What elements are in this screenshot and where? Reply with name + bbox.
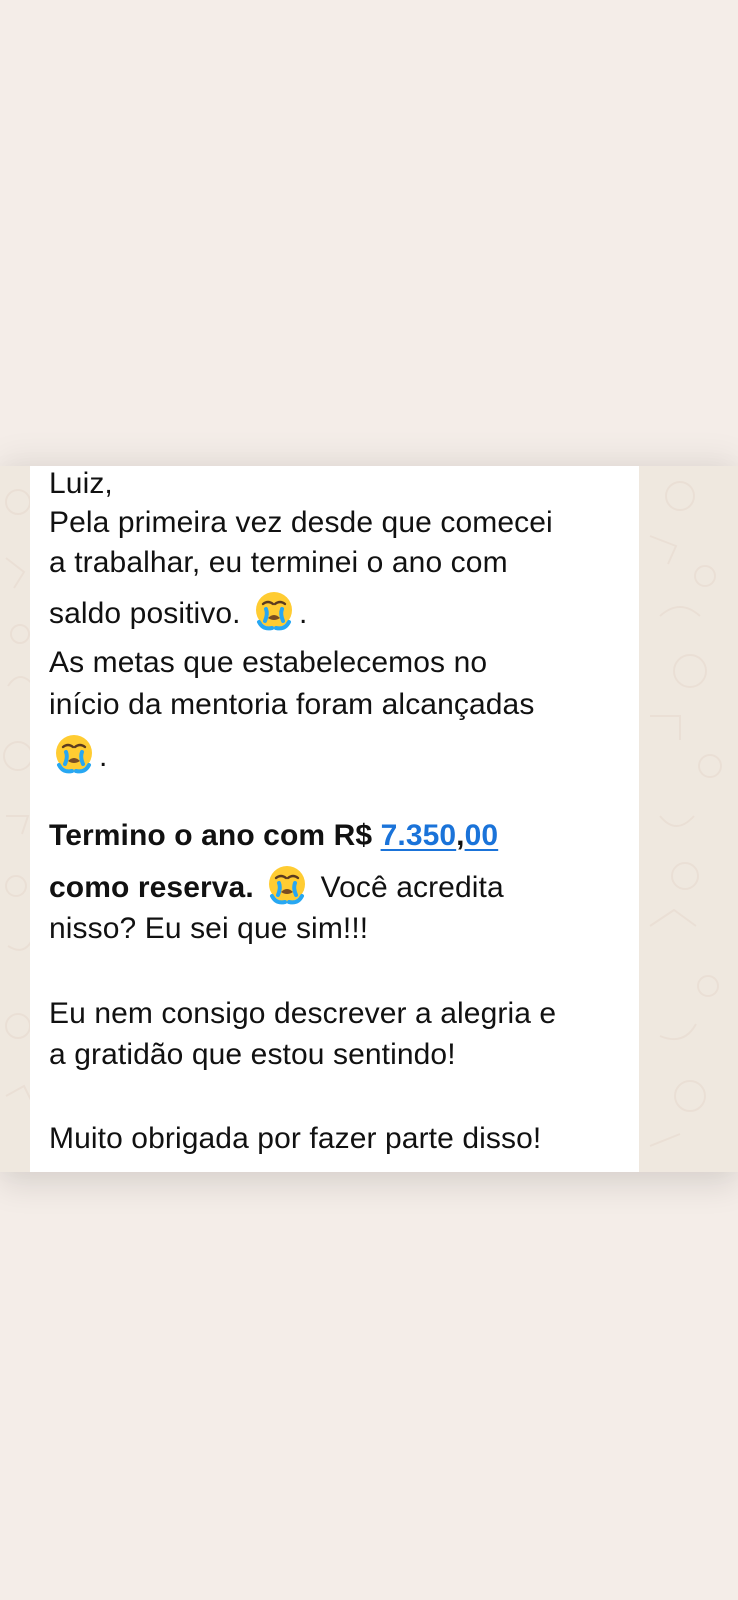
message-line: nisso? Eu sei que sim!!!	[49, 912, 369, 945]
message-line: a gratidão que estou sentindo!	[49, 1038, 456, 1071]
message-line-amount: Termino o ano com R$ 7.350,00	[49, 818, 498, 854]
message-line: início da mentoria foram alcançadas	[49, 688, 535, 721]
message-text: Termino o ano com R$	[49, 819, 381, 852]
message-line: As metas que estabelecemos no	[49, 646, 488, 679]
message-line: a trabalhar, eu terminei o ano com	[49, 546, 508, 579]
message-text: ,	[456, 819, 465, 852]
loudly-crying-face-icon	[251, 587, 297, 633]
chat-screenshot: Luiz, Pela primeira vez desde que comece…	[0, 466, 738, 1172]
message-line: Pela primeira vez desde que comecei	[49, 506, 553, 539]
message-text-bold: como reserva.	[49, 871, 254, 904]
loudly-crying-face-icon	[51, 730, 97, 776]
message-line-greeting: Luiz,	[49, 467, 113, 500]
loudly-crying-face-icon	[264, 861, 310, 907]
message-bubble: Luiz, Pela primeira vez desde que comece…	[30, 466, 639, 1172]
message-line: Muito obrigada por fazer parte disso!	[49, 1122, 542, 1155]
message-text: saldo positivo.	[49, 597, 241, 630]
message-line-with-emoji: .	[49, 730, 107, 776]
amount-link[interactable]: 7.350	[381, 819, 457, 852]
message-line-with-emoji: como reserva. Você acredita	[49, 861, 504, 907]
message-text: Você acredita	[312, 871, 504, 904]
message-line-with-emoji: saldo positivo. .	[49, 587, 307, 633]
message-text: .	[299, 597, 308, 630]
cents-link[interactable]: 00	[465, 819, 499, 852]
message-line: Eu nem consigo descrever a alegria e	[49, 997, 557, 1030]
message-text: .	[99, 740, 108, 773]
